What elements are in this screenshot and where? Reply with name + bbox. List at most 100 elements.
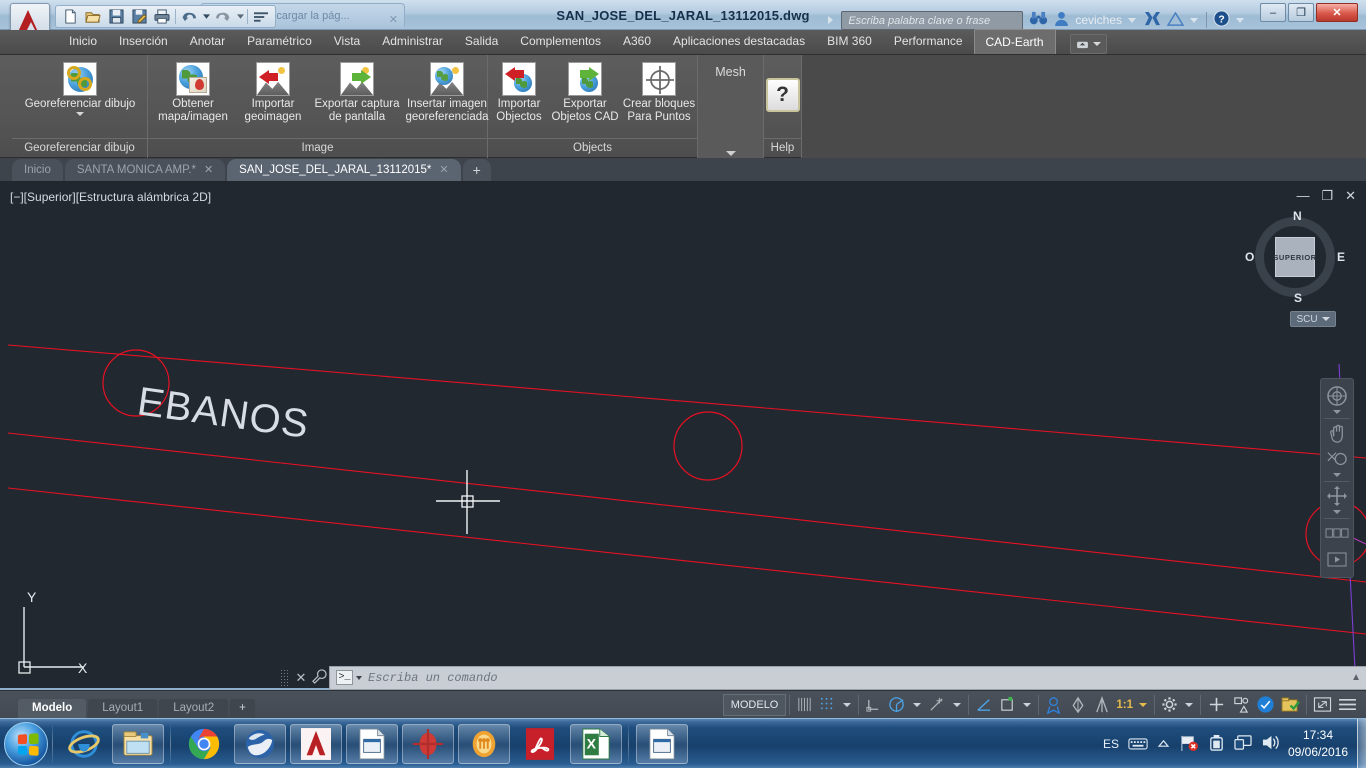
ribbon-tab-performance[interactable]: Performance: [883, 30, 974, 54]
model-space-toggle[interactable]: MODELO: [722, 693, 787, 716]
minimize-button[interactable]: –: [1260, 3, 1286, 22]
importar-geoimagen-button[interactable]: Importar geoimagen: [234, 62, 312, 124]
viewport-maximize-icon[interactable]: ❐: [1321, 189, 1333, 202]
exportar-captura-pantalla-button[interactable]: Exportar captura de pantalla: [311, 62, 403, 124]
new-layout-button[interactable]: +: [230, 698, 255, 719]
ribbon-tab-vista[interactable]: Vista: [323, 30, 371, 54]
object-snap-dropdown-icon[interactable]: [953, 702, 962, 707]
hamburger-menu-icon[interactable]: [1335, 694, 1360, 716]
importar-objectos-button[interactable]: Importar Objectos: [488, 62, 550, 124]
obtener-mapa-imagen-button[interactable]: Obtener mapa/imagen: [150, 62, 236, 124]
viewport-minimize-icon[interactable]: —: [1296, 189, 1309, 202]
command-line-close-icon[interactable]: ✕: [293, 670, 309, 686]
snap-dropdown-icon[interactable]: [843, 702, 852, 707]
layout-tab-bar[interactable]: Modelo Layout1 Layout2 +: [0, 691, 255, 719]
clean-screen-icon[interactable]: [1310, 694, 1335, 716]
file-tab-bar[interactable]: Inicio SANTA MONICA AMP.* ✕ SAN_JOSE_DEL…: [0, 158, 1366, 182]
ribbon-tab-anotar[interactable]: Anotar: [179, 30, 236, 54]
display-icon[interactable]: [1234, 734, 1252, 754]
layout-tab-layout2[interactable]: Layout2: [159, 698, 229, 719]
maximize-button[interactable]: ❐: [1288, 3, 1314, 22]
zoom-dropdown-icon[interactable]: [1333, 473, 1341, 477]
ribbon-tab-parametrico[interactable]: Paramétrico: [236, 30, 323, 54]
command-line-bar[interactable]: ✕ >_ Escriba un comando ▲: [280, 664, 1366, 691]
close-icon[interactable]: ✕: [204, 160, 213, 181]
taskbar-item-excel[interactable]: X: [570, 724, 622, 764]
ribbon-tab-inicio[interactable]: Inicio: [58, 30, 108, 54]
annotation-visibility-icon[interactable]: [1204, 694, 1229, 716]
battery-icon[interactable]: [1208, 734, 1225, 755]
viewcube[interactable]: SUPERIOR N S O E: [1245, 209, 1345, 305]
exportar-objetos-cad-button[interactable]: Exportar Objetos CAD: [550, 62, 620, 124]
ribbon-tab-salida[interactable]: Salida: [454, 30, 509, 54]
taskbar-item-file-explorer[interactable]: [112, 724, 164, 764]
file-tab-santa-monica[interactable]: SANTA MONICA AMP.* ✕: [64, 159, 226, 181]
viewcube-north-label[interactable]: N: [1293, 209, 1302, 223]
layout-tab-layout1[interactable]: Layout1: [88, 698, 158, 719]
grid-display-icon[interactable]: [793, 694, 816, 716]
customize-icon[interactable]: [250, 7, 272, 27]
show-hidden-icons-icon[interactable]: [1157, 737, 1170, 751]
orbit-dropdown-icon[interactable]: [1333, 510, 1341, 514]
pan-icon[interactable]: [1322, 420, 1352, 446]
layout-tab-modelo[interactable]: Modelo: [18, 698, 87, 719]
insertar-imagen-georeferenciada-button[interactable]: Insertar imagen georeferenciada: [401, 62, 493, 124]
windows-taskbar[interactable]: X ES 17:34 09/06/2016: [0, 718, 1366, 768]
selection-cycling-icon[interactable]: [1090, 694, 1114, 716]
annotation-scale-value[interactable]: 1:1: [1114, 699, 1135, 711]
isolate-objects-icon[interactable]: [1229, 694, 1253, 716]
taskbar-clock[interactable]: 17:34 09/06/2016: [1282, 727, 1354, 761]
new-icon[interactable]: [59, 7, 81, 27]
volume-icon[interactable]: [1261, 734, 1280, 754]
hardware-accel-icon[interactable]: [1253, 694, 1278, 716]
language-indicator[interactable]: ES: [1103, 737, 1119, 751]
ribbon-tab-complementos[interactable]: Complementos: [509, 30, 612, 54]
georeferenciar-dibujo-button[interactable]: Georeferenciar dibujo: [12, 62, 148, 116]
network-error-icon[interactable]: [1179, 734, 1199, 755]
ribbon-tab-administrar[interactable]: Administrar: [371, 30, 454, 54]
taskbar-item-civilcad[interactable]: [458, 724, 510, 764]
keyboard-icon[interactable]: [1128, 736, 1148, 753]
close-icon[interactable]: ✕: [439, 160, 448, 181]
infocenter[interactable]: Escriba palabra clave o frase ceviches ?: [828, 10, 1246, 30]
plot-icon[interactable]: [151, 7, 173, 27]
exchange-icon[interactable]: [1144, 11, 1161, 29]
steering-wheel-dropdown-icon[interactable]: [1333, 410, 1341, 414]
snap-mode-icon[interactable]: [816, 694, 839, 716]
navigation-bar[interactable]: [1320, 378, 1354, 578]
workspace-dropdown-icon[interactable]: [1185, 702, 1193, 707]
window-controls[interactable]: – ❐ ✕: [1260, 3, 1358, 22]
ucs-selector[interactable]: SCU: [1290, 311, 1336, 327]
saveas-icon[interactable]: [128, 7, 150, 27]
polar-tracking-icon[interactable]: [885, 694, 909, 716]
drawing-canvas[interactable]: EBANOS Y X [−][Superior][Estructura alám…: [0, 182, 1366, 688]
command-prompt-icon[interactable]: >_: [336, 670, 353, 685]
zoom-icon[interactable]: [1322, 446, 1352, 472]
ribbon-tab-bim360[interactable]: BIM 360: [816, 30, 883, 54]
open-icon[interactable]: [82, 7, 104, 27]
system-tray[interactable]: ES: [1103, 719, 1280, 768]
search-input[interactable]: Escriba palabra clave o frase: [841, 10, 1024, 30]
ribbon-tab-bar[interactable]: Inicio Inserción Anotar Paramétrico Vist…: [0, 29, 1366, 55]
show-desktop-button[interactable]: [1357, 719, 1366, 768]
binoculars-icon[interactable]: [1029, 11, 1048, 29]
save-icon[interactable]: [105, 7, 127, 27]
taskbar-item-google-earth[interactable]: [234, 724, 286, 764]
new-file-tab-button[interactable]: +: [462, 159, 491, 181]
customization-status-icon[interactable]: [1278, 694, 1303, 716]
chevron-down-icon[interactable]: [76, 112, 84, 116]
infocenter-expand-icon[interactable]: [828, 16, 834, 24]
viewcube-face[interactable]: SUPERIOR: [1273, 237, 1316, 277]
showmotion-icon[interactable]: [1322, 520, 1352, 546]
dynamic-ucs-dropdown-icon[interactable]: [1023, 702, 1032, 707]
viewcube-south-label[interactable]: S: [1294, 291, 1302, 305]
windows-start-orb[interactable]: [4, 722, 48, 766]
taskbar-item-acrobat-reader[interactable]: [514, 724, 566, 764]
annotation-scale-dropdown-icon[interactable]: [1139, 702, 1147, 707]
orbit-icon[interactable]: [1322, 483, 1352, 509]
steering-wheel-icon[interactable]: [1322, 383, 1352, 409]
file-tab-inicio[interactable]: Inicio: [12, 159, 63, 181]
a360-dropdown-icon[interactable]: [1190, 17, 1198, 23]
taskbar-item-autocad[interactable]: [290, 724, 342, 764]
status-bar[interactable]: Modelo Layout1 Layout2 + MODELO 1:1: [0, 690, 1366, 719]
